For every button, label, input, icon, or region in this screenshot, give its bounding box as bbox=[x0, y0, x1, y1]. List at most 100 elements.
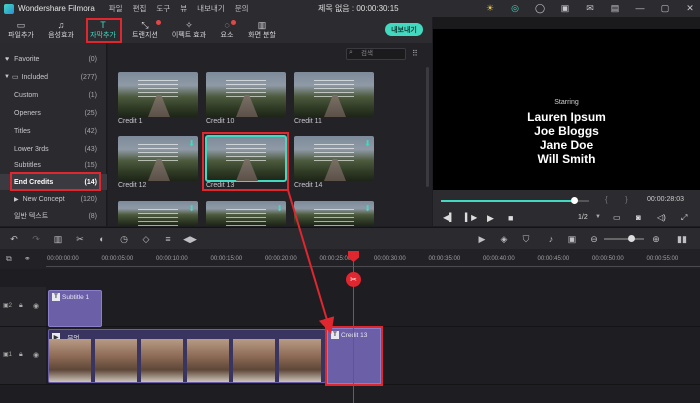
ruler-tick-label: 00:00:45:00 bbox=[537, 256, 570, 262]
stop-icon[interactable]: ■ bbox=[508, 213, 513, 223]
clip-subtitle-1[interactable]: T Subtitle 1 bbox=[48, 290, 102, 327]
thumb-label: Credit 14 bbox=[294, 182, 323, 189]
shield-icon[interactable]: ⛉ bbox=[520, 233, 532, 245]
undo-icon[interactable]: ↶ bbox=[8, 233, 20, 245]
sparkle-icon: ✧ bbox=[185, 20, 193, 30]
sidebar-item-openers[interactable]: Openers (25) bbox=[0, 105, 107, 121]
tab-transitions[interactable]: ⤡ 트랜지션 bbox=[127, 19, 163, 41]
ruler-tick-label: 00:00:55:00 bbox=[646, 256, 679, 262]
clip-credit-13[interactable]: T Credit 13 bbox=[327, 328, 381, 384]
adjust-icon[interactable]: ≡ bbox=[162, 233, 174, 245]
menu-tools[interactable]: 도구 bbox=[156, 3, 170, 14]
mail-icon[interactable]: ✉ bbox=[584, 2, 596, 14]
mark-out-icon[interactable]: } bbox=[625, 195, 628, 204]
prev-frame-icon[interactable]: ◀▍ bbox=[443, 213, 455, 222]
menu-edit[interactable]: 편집 bbox=[133, 3, 147, 14]
monitor-icon[interactable]: ▭ bbox=[613, 213, 621, 222]
shapes-icon: ◌ bbox=[224, 20, 230, 30]
close-icon[interactable]: ✕ bbox=[684, 2, 696, 14]
zoom-slider[interactable] bbox=[604, 235, 644, 242]
ruler-tick-label: 00:00:35:00 bbox=[428, 256, 461, 262]
speed-icon[interactable]: ◷ bbox=[118, 233, 130, 245]
lightbulb-icon[interactable]: ☀ bbox=[484, 2, 496, 14]
export-button[interactable]: 내보내기 bbox=[385, 23, 423, 36]
eye-icon[interactable]: ◉ bbox=[33, 302, 39, 310]
lock-icon[interactable]: 🔒︎ bbox=[19, 302, 23, 310]
menu-help[interactable]: 문의 bbox=[235, 3, 249, 14]
thumb-more[interactable]: ⬇ bbox=[118, 201, 198, 226]
download-icon: ⬇ bbox=[364, 204, 371, 213]
download-icon: ⬇ bbox=[188, 204, 195, 213]
render-icon[interactable]: ▶ bbox=[476, 233, 488, 245]
zoom-knob[interactable] bbox=[628, 235, 635, 242]
account-icon[interactable]: ◯ bbox=[534, 2, 546, 14]
tab-audio[interactable]: ♫ 음성효과 bbox=[46, 19, 76, 41]
ruler-tick-label: 00:00:25:00 bbox=[319, 256, 352, 262]
fullscreen-icon[interactable]: ⤢ bbox=[681, 213, 687, 223]
thumb-more[interactable]: ⬇ bbox=[294, 201, 374, 226]
progress-track[interactable] bbox=[441, 197, 589, 204]
category-sidebar: ♥ Favorite (0) ▼ ▭ Included (277) Custom… bbox=[0, 43, 107, 226]
speed-select[interactable]: 1/2 bbox=[578, 214, 588, 221]
minimize-icon[interactable]: — bbox=[634, 2, 646, 14]
scissor-icon[interactable]: ✂ bbox=[346, 272, 361, 287]
clip-video[interactable]: ▶ ...무엇 bbox=[48, 329, 326, 383]
maximize-icon[interactable]: ▢ bbox=[659, 2, 671, 14]
menu-file[interactable]: 파일 bbox=[109, 3, 123, 14]
grid-view-icon[interactable]: ⠿ bbox=[412, 49, 418, 58]
color-icon[interactable]: ◐ bbox=[96, 233, 108, 245]
thumb-credit-14[interactable]: ⬇ bbox=[294, 136, 374, 181]
progress-knob[interactable] bbox=[571, 197, 579, 204]
thumb-credit-13[interactable] bbox=[205, 135, 287, 182]
play-icon[interactable]: ▶ bbox=[487, 213, 494, 224]
sidebar-item-favorite[interactable]: ♥ Favorite (0) bbox=[0, 51, 107, 67]
delete-icon[interactable]: ▥ bbox=[52, 233, 64, 245]
sidebar-item-included[interactable]: ▼ ▭ Included (277) bbox=[0, 69, 107, 85]
cart-icon[interactable]: ▣ bbox=[559, 2, 571, 14]
sidebar-item-titles[interactable]: Titles (42) bbox=[0, 123, 107, 139]
lock-icon[interactable]: 🔒︎ bbox=[19, 351, 23, 359]
tab-elements[interactable]: ◌ 요소 bbox=[216, 19, 238, 41]
volume-icon[interactable]: ◁) bbox=[657, 213, 666, 222]
keyframe-icon[interactable]: ◇ bbox=[140, 233, 152, 245]
sidebar-item-custom[interactable]: Custom (1) bbox=[0, 87, 107, 103]
menu-view[interactable]: 뷰 bbox=[180, 3, 187, 14]
search-input[interactable]: 검색 bbox=[346, 48, 406, 60]
title-bar: Wondershare Filmora 파일 편집 도구 뷰 내보내기 문의 제… bbox=[0, 0, 700, 17]
step-back-icon[interactable]: ▍▶ bbox=[465, 213, 477, 222]
menu-export[interactable]: 내보내기 bbox=[197, 3, 225, 14]
cut-icon[interactable]: ✂ bbox=[74, 233, 86, 245]
zoom-in-icon[interactable]: ⊕ bbox=[650, 233, 662, 245]
audio-stretch-icon[interactable]: ◀▶ bbox=[183, 233, 197, 245]
chevron-right-icon: ▶ bbox=[14, 196, 19, 203]
sidebar-item-new-concept[interactable]: ▶ New Concept (120) bbox=[0, 191, 107, 207]
timeline-settings-icon[interactable]: ▮▮ bbox=[676, 233, 688, 245]
sidebar-item-end-credits[interactable]: End Credits (14) bbox=[0, 174, 107, 190]
mark-in-icon[interactable]: { bbox=[605, 195, 608, 204]
tab-media[interactable]: ▭ 파일추가 bbox=[6, 19, 36, 41]
thumb-credit-1[interactable] bbox=[118, 72, 198, 117]
add-track-icon[interactable]: ⧉ bbox=[6, 254, 12, 264]
snapshot-icon[interactable]: ◙ bbox=[636, 213, 641, 222]
redo-icon[interactable]: ↷ bbox=[30, 233, 42, 245]
tab-split-screen[interactable]: ▥ 화면 분할 bbox=[246, 19, 278, 41]
thumb-credit-11[interactable] bbox=[294, 72, 374, 117]
tab-titles[interactable]: T 자막추가 bbox=[88, 19, 118, 41]
thumb-credit-12[interactable]: ⬇ bbox=[118, 136, 198, 181]
mic-icon[interactable]: ♪ bbox=[545, 233, 557, 245]
library-scrollbar[interactable] bbox=[426, 67, 429, 187]
zoom-out-icon[interactable]: ⊖ bbox=[588, 233, 600, 245]
thumb-more[interactable]: ⬇ bbox=[206, 201, 286, 226]
sidebar-item-lower-3rds[interactable]: Lower 3rds (43) bbox=[0, 141, 107, 157]
sidebar-item-subtitles[interactable]: Subtitles (15) bbox=[0, 157, 107, 173]
thumb-credit-10[interactable] bbox=[206, 72, 286, 117]
tab-effects[interactable]: ✧ 이펙트 효과 bbox=[168, 19, 210, 41]
save-icon[interactable]: ▤ bbox=[609, 2, 621, 14]
headset-icon[interactable]: ◎ bbox=[509, 2, 521, 14]
marker-icon[interactable]: ◈ bbox=[498, 233, 510, 245]
caption-icon[interactable]: ▣ bbox=[566, 233, 578, 245]
sidebar-item-plain-text[interactable]: 일반 텍스트 (8) bbox=[0, 208, 107, 224]
link-icon[interactable]: ⚭ bbox=[24, 254, 31, 263]
eye-icon[interactable]: ◉ bbox=[33, 351, 39, 359]
track-lane-title[interactable] bbox=[46, 287, 700, 327]
